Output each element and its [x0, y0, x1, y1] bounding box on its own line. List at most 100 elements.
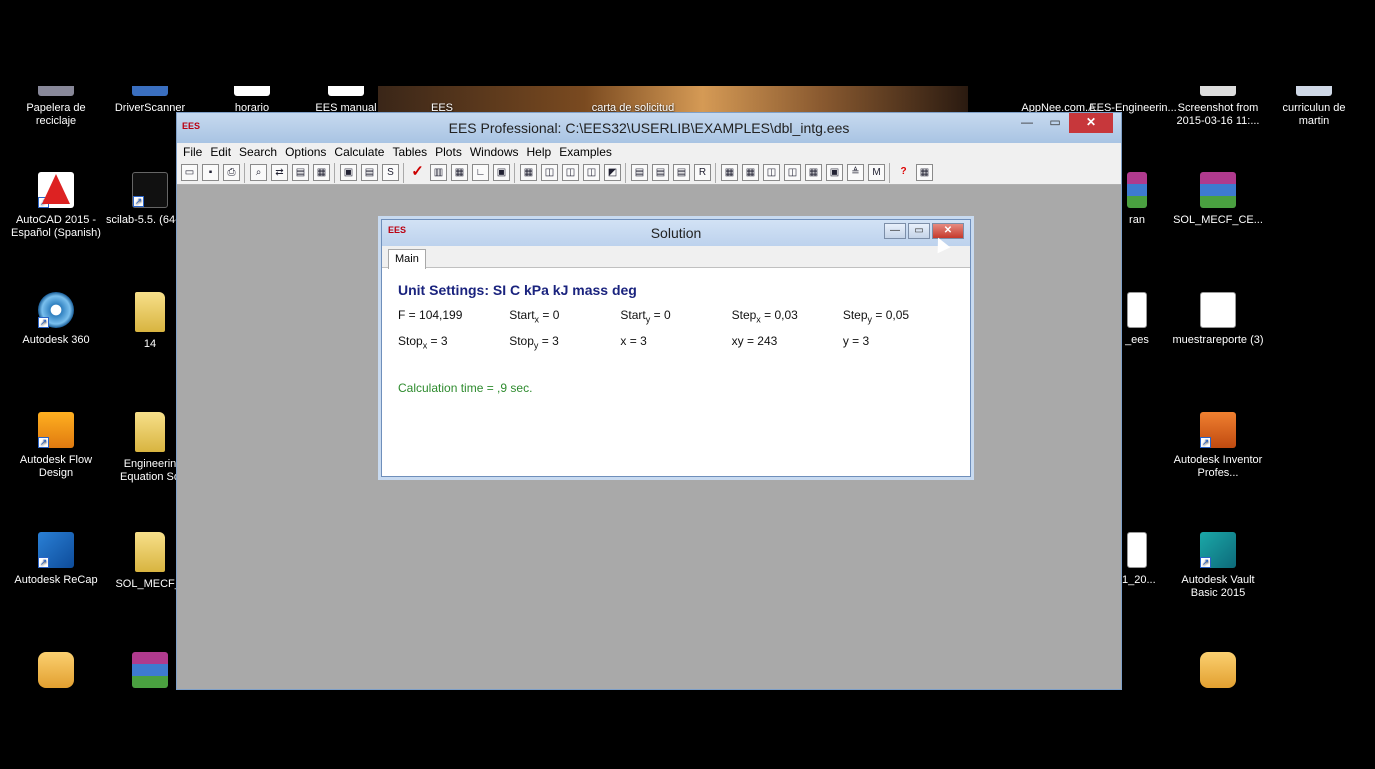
desktop-icon-partial-right[interactable]: [1168, 652, 1268, 690]
plot-window-icon[interactable]: ◫: [583, 164, 600, 181]
desktop-icon-autodesk-360[interactable]: ↗ Autodesk 360: [8, 292, 104, 347]
grid-icon[interactable]: M: [868, 164, 885, 181]
menu-calculate[interactable]: Calculate: [334, 145, 384, 159]
menu-options[interactable]: Options: [285, 145, 326, 159]
desktop-icon-ees-manual[interactable]: EES manual: [298, 86, 394, 115]
var-subscript: y: [645, 314, 651, 325]
close-button[interactable]: ✕: [1069, 113, 1113, 133]
check-mark-icon[interactable]: ✓: [409, 164, 426, 181]
menu-edit[interactable]: Edit: [210, 145, 231, 159]
find-icon[interactable]: ⌕: [250, 164, 267, 181]
unit-settings-heading: Unit Settings: SI C kPa kJ mass deg: [398, 282, 637, 298]
desktop-icon-horario[interactable]: horario: [204, 86, 300, 115]
plot-window-icon[interactable]: ◩: [604, 164, 621, 181]
arrays-icon[interactable]: ▣: [493, 164, 510, 181]
menu-file[interactable]: File: [183, 145, 202, 159]
menu-tables[interactable]: Tables: [392, 145, 427, 159]
diagram-icon[interactable]: ▦: [520, 164, 537, 181]
lookup-icon[interactable]: ▦: [451, 164, 468, 181]
grid-icon[interactable]: ▣: [826, 164, 843, 181]
grid-icon[interactable]: ▦: [721, 164, 738, 181]
solution-minimize-button[interactable]: —: [884, 223, 906, 239]
desktop-icon-ees[interactable]: EES: [394, 86, 490, 115]
solution-row: Stopx = 3 Stopy = 3 x = 3 xy = 243 y = 3: [398, 334, 954, 350]
desktop-icon-screenshot[interactable]: Screenshot from 2015-03-16 11:...: [1168, 86, 1268, 128]
ees-main-window[interactable]: EES EES Professional: C:\EES32\USERLIB\E…: [176, 112, 1122, 690]
solution-tabs: Main: [382, 246, 970, 269]
grid-icon[interactable]: ▦: [805, 164, 822, 181]
plot-window-icon[interactable]: ◫: [562, 164, 579, 181]
var-value: 0: [552, 308, 560, 322]
desktop-icon-carta[interactable]: carta de solicitud: [568, 86, 698, 115]
solution-var-f: F = 104,199: [398, 308, 463, 322]
tab-main[interactable]: Main: [388, 249, 426, 269]
find-replace-icon[interactable]: ⇄: [271, 164, 288, 181]
desktop-icon-muestrareporte[interactable]: muestrareporte (3): [1168, 292, 1268, 347]
menu-search[interactable]: Search: [239, 145, 277, 159]
var-subscript: y: [533, 340, 539, 351]
var-value: 3: [640, 334, 647, 349]
desktop-icon-driverscanner[interactable]: DriverScanner: [102, 86, 198, 115]
var-subscript: x: [422, 340, 428, 351]
solve-icon[interactable]: ▦: [313, 164, 330, 181]
help-icon[interactable]: ?: [895, 164, 912, 181]
ees-window-controls: — ▭ ✕: [1013, 113, 1113, 133]
save-icon[interactable]: ▪: [202, 164, 219, 181]
minimize-button[interactable]: —: [1013, 113, 1041, 133]
menu-windows[interactable]: Windows: [470, 145, 519, 159]
solution-maximize-button[interactable]: ▭: [908, 223, 930, 239]
check-icon[interactable]: ▤: [292, 164, 309, 181]
var-name: xy: [731, 334, 744, 349]
menu-examples[interactable]: Examples: [559, 145, 612, 159]
solution-var-starty: Starty = 0: [620, 308, 671, 325]
desktop-icon-autodesk-inventor[interactable]: ↗ Autodesk Inventor Profes...: [1168, 412, 1268, 480]
table-icon[interactable]: R: [694, 164, 711, 181]
desktop-icon-autocad[interactable]: ↗ AutoCAD 2015 - Español (Spanish): [8, 172, 104, 240]
solution-titlebar[interactable]: EES Solution — ▭ ✕: [382, 220, 970, 246]
grid-icon[interactable]: ◫: [784, 164, 801, 181]
desktop-icon-autodesk-flow[interactable]: ↗ Autodesk Flow Design: [8, 412, 104, 480]
table-icon[interactable]: ▤: [652, 164, 669, 181]
document-icon: [38, 652, 74, 688]
open-icon[interactable]: ▭: [181, 164, 198, 181]
recycle-bin-icon: [38, 86, 74, 96]
desktop-icon-autodesk-recap[interactable]: ↗ Autodesk ReCap: [8, 532, 104, 587]
desktop-icon-partial-1[interactable]: [8, 652, 104, 690]
desktop-icon-sol-mecf-ce[interactable]: SOL_MECF_CE...: [1168, 172, 1268, 227]
var-name: Step: [731, 308, 757, 322]
print-icon[interactable]: ⎙: [223, 164, 240, 181]
si-icon[interactable]: S: [382, 164, 399, 181]
menu-help[interactable]: Help: [527, 145, 552, 159]
solution-title: Solution: [650, 225, 702, 241]
var-subscript: x: [756, 314, 761, 325]
grid-icon[interactable]: ◫: [763, 164, 780, 181]
folder-icon: [135, 532, 165, 572]
grid-icon[interactable]: ≜: [847, 164, 864, 181]
desktop-icon-doc-1-20[interactable]: 1_20...: [1122, 532, 1156, 587]
desktop-icon-ees-doc[interactable]: _ees: [1122, 292, 1152, 347]
folder-icon: [135, 292, 165, 332]
desktop-icon-ran[interactable]: ran: [1122, 172, 1152, 227]
screenshot-icon: [1200, 86, 1236, 96]
desktop-icon-recycle-bin[interactable]: Papelera de reciclaje: [8, 86, 104, 128]
plot-icon[interactable]: ∟: [472, 164, 489, 181]
solution-window[interactable]: EES Solution — ▭ ✕ Main Unit Settings: S…: [381, 219, 971, 477]
winrar-icon: [1127, 172, 1147, 208]
solution-close-button[interactable]: ✕: [932, 223, 964, 239]
equations-icon[interactable]: ▣: [340, 164, 357, 181]
plot-window-icon[interactable]: ◫: [541, 164, 558, 181]
var-value: 3: [440, 334, 448, 349]
var-value: 3: [552, 334, 559, 349]
var-subscript: x: [534, 314, 540, 325]
menu-plots[interactable]: Plots: [435, 145, 462, 159]
grid-icon[interactable]: ▦: [742, 164, 759, 181]
desktop-icon-curriculum[interactable]: curriculun de martin: [1268, 86, 1360, 128]
formatted-icon[interactable]: ▤: [361, 164, 378, 181]
ees-titlebar[interactable]: EES EES Professional: C:\EES32\USERLIB\E…: [177, 113, 1121, 143]
table-icon[interactable]: ▤: [631, 164, 648, 181]
maximize-button[interactable]: ▭: [1041, 113, 1069, 133]
calculator-icon[interactable]: ▦: [916, 164, 933, 181]
table-icon[interactable]: ▤: [673, 164, 690, 181]
desktop-icon-autodesk-vault[interactable]: ↗ Autodesk Vault Basic 2015: [1168, 532, 1268, 600]
parametric-icon[interactable]: ▥: [430, 164, 447, 181]
